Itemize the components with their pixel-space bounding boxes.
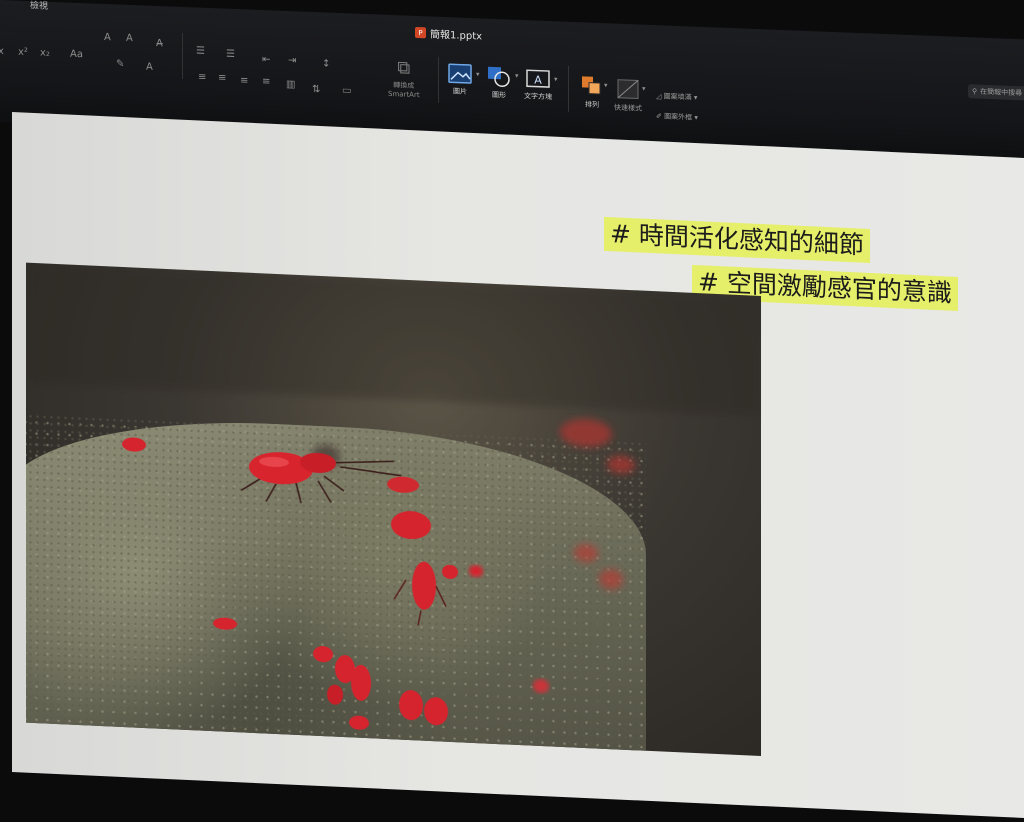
clear-format-icon[interactable]: A̶ xyxy=(156,38,163,49)
picture-label: 圖片 xyxy=(453,87,467,96)
title-bar: 檢視 P 簡報1.pptx xyxy=(0,0,1024,53)
convert-smartart-button[interactable]: ⧉ 轉換成 SmartArt xyxy=(388,57,420,100)
search-input[interactable]: ⚲ 在簡報中搜尋 xyxy=(968,84,1024,101)
picture-icon xyxy=(448,63,472,84)
slide-canvas[interactable]: # 時間活化感知的細節 # 空間激勵感官的意識 xyxy=(12,112,1024,822)
decrease-font-icon[interactable]: A xyxy=(126,33,133,44)
align-right-icon[interactable]: ≡ xyxy=(240,75,248,86)
highlight-icon[interactable]: ✎ xyxy=(116,58,124,69)
insert-picture-button[interactable]: 圖片 xyxy=(448,63,472,97)
textbox-label: 文字方塊 xyxy=(524,92,552,102)
bug-cluster xyxy=(387,476,483,626)
change-case-icon[interactable]: Aa xyxy=(70,49,83,60)
divider xyxy=(182,32,183,80)
justify-icon[interactable]: ≡ xyxy=(262,76,270,87)
textbox-icon: A xyxy=(526,69,550,88)
insert-shape-button[interactable]: 圖形 xyxy=(486,65,512,101)
powerpoint-icon: P xyxy=(415,26,426,39)
superscript-icon[interactable]: x² xyxy=(18,47,28,58)
arrange-icon xyxy=(582,76,601,95)
font-color-icon[interactable]: A xyxy=(146,62,153,73)
align-text-icon[interactable]: ▭ xyxy=(342,85,351,96)
divider xyxy=(568,65,569,112)
pen-icon: ✐ xyxy=(656,112,662,121)
chevron-down-icon[interactable]: ▾ xyxy=(554,75,558,83)
chevron-down-icon[interactable]: ▾ xyxy=(642,85,646,93)
quick-styles-label: 快速樣式 xyxy=(614,103,642,113)
shape-fill-button[interactable]: ◿ 圖案填滿 ▾ xyxy=(656,91,697,103)
arrange-button[interactable]: 排列 xyxy=(580,74,604,110)
chevron-down-icon[interactable]: ▾ xyxy=(604,81,608,89)
search-placeholder: 在簡報中搜尋 xyxy=(980,87,1023,98)
align-left-icon[interactable]: ≡ xyxy=(198,72,206,83)
svg-text:A: A xyxy=(534,74,542,87)
bottom-bug-cluster xyxy=(313,646,549,730)
shape-icon xyxy=(488,66,510,88)
chevron-down-icon[interactable]: ▾ xyxy=(476,70,480,78)
shape-fill-label: 圖案填滿 xyxy=(663,92,692,102)
align-center-icon[interactable]: ≡ xyxy=(218,72,226,83)
numbering-icon[interactable]: ☰ xyxy=(226,49,235,60)
decrease-indent-icon[interactable]: ⇤ xyxy=(262,54,270,65)
search-icon: ⚲ xyxy=(972,87,978,96)
insert-textbox-button[interactable]: A 文字方塊 xyxy=(524,68,552,102)
strikethrough-icon[interactable]: x xyxy=(0,46,4,57)
text-direction-icon[interactable]: ⇅ xyxy=(312,84,320,95)
line-spacing-icon[interactable]: ↕ xyxy=(322,58,330,69)
divider xyxy=(438,56,439,103)
shape-label: 圖形 xyxy=(492,90,506,100)
hashtag-1[interactable]: # 時間活化感知的細節 xyxy=(604,216,870,263)
menu-view[interactable]: 檢視 xyxy=(30,0,48,12)
columns-icon[interactable]: ▥ xyxy=(286,79,295,90)
increase-font-icon[interactable]: A xyxy=(104,32,111,43)
increase-indent-icon[interactable]: ⇥ xyxy=(288,55,296,66)
smartart-icon: ⧉ xyxy=(397,57,411,79)
shape-outline-button[interactable]: ✐ 圖案外框 ▾ xyxy=(656,111,698,123)
quick-styles-icon xyxy=(617,79,639,100)
paint-bucket-icon: ◿ xyxy=(656,92,662,101)
document-title-text: 簡報1.pptx xyxy=(430,29,483,43)
bullets-icon[interactable]: ☰ xyxy=(196,46,205,57)
red-bugs xyxy=(26,262,761,730)
smartart-label-2: SmartArt xyxy=(388,89,420,100)
slide-photo[interactable] xyxy=(26,262,761,757)
arrange-label: 排列 xyxy=(585,100,599,110)
main-bug xyxy=(240,452,402,504)
chevron-down-icon[interactable]: ▾ xyxy=(515,72,519,80)
subscript-icon[interactable]: x₂ xyxy=(40,48,50,59)
shape-outline-label: 圖案外框 xyxy=(664,112,693,122)
quick-styles-button[interactable]: 快速樣式 xyxy=(614,78,642,114)
document-title: P 簡報1.pptx xyxy=(415,25,482,43)
